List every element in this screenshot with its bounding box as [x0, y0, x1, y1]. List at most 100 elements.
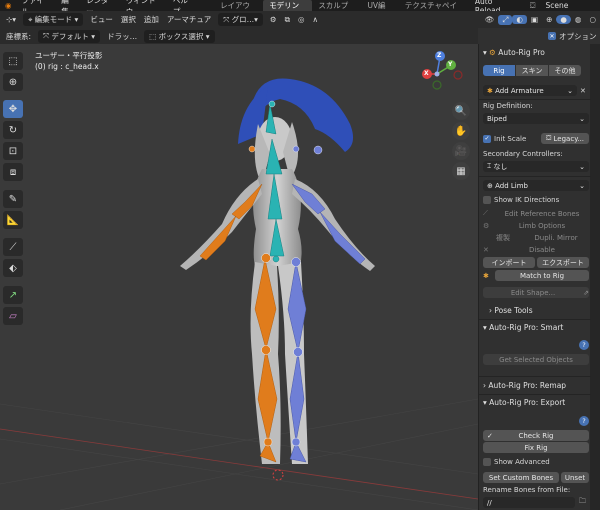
pan-hand-icon[interactable]: ✋	[452, 122, 470, 140]
extrude-tool-icon[interactable]: ↗	[3, 286, 23, 304]
shading-wire-icon[interactable]: ⊕	[542, 15, 556, 24]
edit-shape-button[interactable]: Edit Shape... ⇗	[483, 287, 589, 298]
overlay-toggle-icon[interactable]: ◐	[512, 15, 527, 24]
disable-button[interactable]: Disable	[495, 244, 589, 255]
roll-tool-icon[interactable]: ⟋	[3, 238, 23, 256]
init-scale-label: Init Scale	[494, 134, 527, 143]
set-custom-bones-button[interactable]: Set Custom Bones	[483, 472, 559, 483]
export-header[interactable]: ▾ Auto-Rig Pro: Export	[483, 398, 589, 407]
3d-viewport[interactable]: Z Y X ユーザー・平行投影 (0) rig : c_head.x ⬚ ⊕ ✥…	[0, 44, 478, 510]
tweak-tool-icon[interactable]: ⬚	[3, 52, 23, 70]
options-tab[interactable]: ✕ オプション	[548, 30, 597, 42]
rig-definition-value: Biped	[487, 114, 507, 123]
menu-select[interactable]: 選択	[117, 14, 140, 25]
tab-uv-editing[interactable]: UV編集	[361, 0, 398, 21]
smart-header[interactable]: ▾ Auto-Rig Pro: Smart	[483, 323, 589, 332]
tab-rig[interactable]: Rig	[483, 65, 515, 76]
arm-left	[180, 179, 262, 270]
rotate-tool-icon[interactable]: ↻	[3, 121, 23, 139]
show-ik-label: Show IK Directions	[494, 196, 560, 204]
snap-icon[interactable]: ⧉	[281, 15, 294, 25]
menu-add[interactable]: 追加	[140, 14, 163, 25]
select-mode-select[interactable]: ⬚ ボックス選択 ▾	[144, 29, 215, 43]
secondary-controllers-select[interactable]: ⌶ なし ⌄	[483, 161, 589, 172]
mode-select[interactable]: ⌖ 編集モード ▾	[23, 13, 84, 26]
pivot-icon[interactable]: ⚙	[266, 15, 281, 24]
export-button[interactable]: エクスポート	[537, 257, 589, 268]
menu-armature[interactable]: アーマチュア	[163, 14, 215, 25]
move-tool-icon[interactable]: ✥	[3, 100, 23, 118]
transform-orientation-select[interactable]: ⤧ グロ… ▾	[218, 13, 263, 26]
visibility-icon[interactable]: 👁	[481, 15, 499, 24]
tab-texture-paint[interactable]: テクスチャペイン	[399, 0, 470, 21]
folder-icon[interactable]: 🗀	[579, 497, 586, 508]
options-label: オプション	[559, 31, 597, 41]
panel-header[interactable]: ▾ ⚙ Auto-Rig Pro	[483, 48, 589, 57]
legacy-icon: ⛋	[545, 134, 554, 142]
smart-help-button[interactable]: ?	[579, 340, 589, 350]
zoom-icon[interactable]: 🔍	[452, 102, 470, 120]
drag-label: ドラッ…	[107, 31, 138, 41]
ortho-grid-icon[interactable]: ▦	[452, 162, 470, 180]
tab-misc[interactable]: その他	[549, 65, 581, 76]
rig-definition-select[interactable]: Biped ⌄	[483, 113, 589, 124]
tab-modeling[interactable]: モデリング	[263, 0, 313, 21]
tab-skin[interactable]: スキン	[516, 65, 548, 76]
legacy-button[interactable]: ⛋ Legacy...	[541, 133, 589, 144]
show-ik-checkbox[interactable]	[483, 196, 491, 204]
remove-armature-icon[interactable]: ✕	[580, 87, 586, 95]
floor-grid	[0, 398, 478, 510]
add-limb-chevron-icon: ⌄	[579, 181, 585, 190]
scene-name[interactable]: Scene	[541, 1, 600, 10]
unset-button[interactable]: Unset	[561, 472, 589, 483]
shading-material-icon[interactable]: ◍	[571, 15, 586, 24]
xray-icon[interactable]: ▣	[527, 15, 542, 24]
scale-tool-icon[interactable]: ⊡	[3, 142, 23, 160]
menu-view[interactable]: ビュー	[86, 14, 117, 25]
tab-sculpt[interactable]: スカルプト	[312, 0, 361, 21]
select-mode-label: ボックス選択	[158, 31, 204, 41]
edit-reference-bones-button[interactable]: Edit Reference Bones	[495, 208, 589, 219]
get-selected-objects-button[interactable]: Get Selected Objects	[483, 354, 589, 365]
pose-tools-label: Pose Tools	[494, 306, 533, 315]
add-armature-select[interactable]: ✱ Add Armature ⌄	[483, 85, 577, 96]
cursor-tool-icon[interactable]: ⊕	[3, 73, 23, 91]
add-limb-select[interactable]: ⊕ Add Limb ⌄	[483, 180, 589, 191]
add-armature-label: Add Armature	[495, 86, 544, 95]
duplicate-button[interactable]: 複製	[483, 232, 523, 243]
shading-render-icon[interactable]: ○	[585, 15, 600, 24]
pose-tools-header[interactable]: › Pose Tools	[483, 306, 589, 315]
export-help-button[interactable]: ?	[579, 416, 589, 426]
orientation-select[interactable]: ⤧ デフォルト ▾	[38, 29, 101, 43]
bone-size-tool-icon[interactable]: ⬖	[3, 259, 23, 277]
blender-logo-icon[interactable]: ◉	[0, 1, 17, 10]
import-button[interactable]: インポート	[483, 257, 535, 268]
sidebar-tabs[interactable]	[590, 44, 600, 510]
check-rig-button[interactable]: ✓ Check Rig	[483, 430, 589, 441]
remap-header[interactable]: › Auto-Rig Pro: Remap	[483, 381, 589, 390]
show-advanced-label: Show Advanced	[494, 458, 550, 466]
editor-type-icon[interactable]: ⊹▾	[2, 15, 20, 24]
proportional-edit-icon[interactable]: ◎	[294, 15, 309, 24]
gizmo-y-label: Y	[448, 61, 453, 68]
camera-view-icon[interactable]: 🎥	[452, 142, 470, 160]
init-scale-checkbox[interactable]: ✓	[483, 134, 491, 143]
falloff-icon[interactable]: ∧	[309, 15, 323, 24]
dupli-mirror-button[interactable]: Dupli. Mirror	[523, 232, 589, 243]
annotate-tool-icon[interactable]: ✎	[3, 190, 23, 208]
shading-solid-icon[interactable]: ●	[556, 15, 571, 24]
tool-settings-bar: 座標系: ⤧ デフォルト ▾ ドラッ… ⬚ ボックス選択 ▾	[0, 28, 478, 44]
rename-bones-label: Rename Bones from File:	[483, 486, 571, 494]
show-advanced-checkbox[interactable]	[483, 458, 491, 466]
tab-layout[interactable]: レイアウト	[214, 0, 263, 21]
gizmo-toggle-icon[interactable]: ⤢	[498, 14, 513, 25]
match-to-rig-button[interactable]: Match to Rig	[495, 270, 589, 281]
measure-tool-icon[interactable]: 📐	[3, 211, 23, 229]
rename-bones-path-input[interactable]: //	[483, 497, 575, 508]
transform-tool-icon[interactable]: ⧈	[3, 163, 23, 181]
fix-rig-button[interactable]: Fix Rig	[483, 442, 589, 453]
top-menu-bar: ◉ ファイル 編集 レンダー ウィンドウ ヘルプ レイアウト モデリング スカル…	[0, 0, 600, 21]
limb-options-button[interactable]: Limb Options	[495, 220, 589, 231]
orientation-label-text: 座標系:	[6, 31, 32, 41]
shear-tool-icon[interactable]: ▱	[3, 307, 23, 325]
